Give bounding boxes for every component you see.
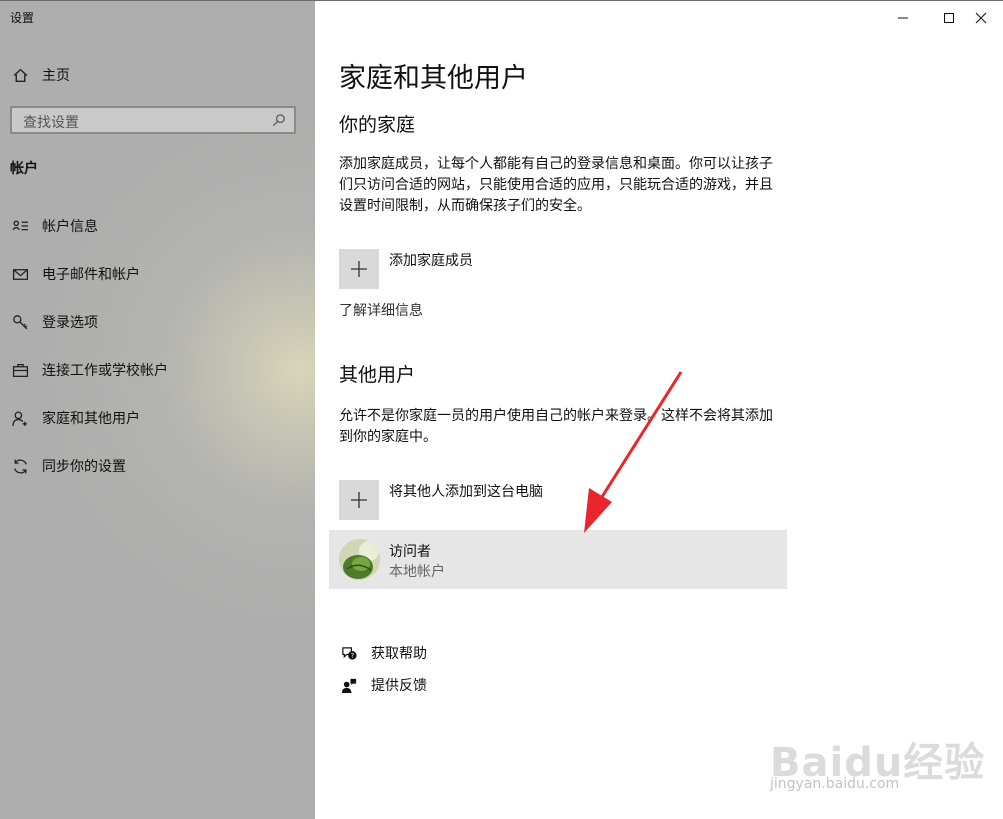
- watermark-logo: Baidu经验 jingyan.baidu.com: [770, 710, 990, 805]
- sidebar-item-label: 电子邮件和帐户: [42, 267, 140, 283]
- sidebar-item-work-school[interactable]: 连接工作或学校帐户: [10, 356, 168, 384]
- plus-icon: [351, 492, 367, 508]
- give-feedback-label: 提供反馈: [371, 678, 427, 694]
- close-icon: [975, 12, 987, 24]
- minimize-button[interactable]: [880, 4, 926, 32]
- search-icon: [272, 114, 285, 127]
- get-help-label: 获取帮助: [371, 646, 427, 662]
- avatar: [339, 539, 380, 580]
- sidebar-item-sync[interactable]: 同步你的设置: [10, 452, 126, 480]
- window-top-border: [0, 0, 1003, 1]
- maximize-icon: [944, 13, 954, 23]
- user-account-type: 本地帐户: [389, 564, 445, 580]
- search-placeholder: 查找设置: [23, 115, 79, 131]
- feedback-icon: [339, 675, 359, 695]
- plus-icon: [351, 261, 367, 277]
- watermark-url: jingyan.baidu.com: [770, 776, 900, 792]
- add-family-member-label[interactable]: 添加家庭成员: [389, 250, 473, 270]
- sidebar-item-email[interactable]: 电子邮件和帐户: [10, 260, 140, 288]
- user-name: 访问者: [389, 544, 431, 560]
- give-feedback-link[interactable]: 提供反馈: [339, 674, 427, 696]
- sidebar-item-label: 帐户信息: [42, 219, 98, 235]
- sidebar-item-signin-options[interactable]: 登录选项: [10, 308, 98, 336]
- help-chat-icon: ?: [339, 643, 359, 663]
- mail-icon: [10, 264, 30, 284]
- other-users-heading: 其他用户: [339, 364, 416, 386]
- family-description: 添加家庭成员，让每个人都能有自己的登录信息和桌面。你可以让孩子们只访问合适的网站…: [339, 156, 773, 214]
- minimize-icon: [898, 17, 908, 19]
- sidebar-item-account-info[interactable]: 帐户信息: [10, 212, 98, 240]
- key-icon: [10, 312, 30, 332]
- home-icon: [10, 65, 30, 85]
- user-account-item[interactable]: 访问者 本地帐户: [329, 530, 787, 589]
- get-help-link[interactable]: ? 获取帮助: [339, 642, 427, 664]
- learn-more-link[interactable]: 了解详细信息: [339, 300, 423, 320]
- sidebar-item-home[interactable]: 主页: [10, 61, 70, 89]
- other-users-description: 允许不是你家庭一员的用户使用自己的帐户来登录。这样不会将其添加到你的家庭中。: [339, 408, 773, 445]
- search-input[interactable]: 查找设置: [10, 106, 296, 134]
- sidebar-item-label: 连接工作或学校帐户: [42, 363, 168, 379]
- svg-text:?: ?: [350, 651, 354, 659]
- person-add-icon: [10, 408, 30, 428]
- window-title: 设置: [10, 11, 35, 25]
- page-title: 家庭和其他用户: [339, 63, 528, 94]
- add-other-user-button[interactable]: [339, 480, 379, 520]
- account-info-icon: [10, 216, 30, 236]
- sidebar-item-label: 登录选项: [42, 315, 98, 331]
- sidebar-item-family[interactable]: 家庭和其他用户: [10, 404, 140, 432]
- sidebar-item-label: 主页: [42, 68, 70, 84]
- family-heading: 你的家庭: [339, 114, 416, 136]
- sidebar-item-label: 家庭和其他用户: [42, 411, 140, 427]
- briefcase-icon: [10, 360, 30, 380]
- sidebar-section-label: 帐户: [10, 161, 38, 177]
- sync-icon: [10, 456, 30, 476]
- close-button[interactable]: [958, 4, 1003, 32]
- sidebar-item-label: 同步你的设置: [42, 459, 126, 475]
- add-family-member-button[interactable]: [339, 249, 379, 289]
- add-other-user-label[interactable]: 将其他人添加到这台电脑: [389, 481, 543, 501]
